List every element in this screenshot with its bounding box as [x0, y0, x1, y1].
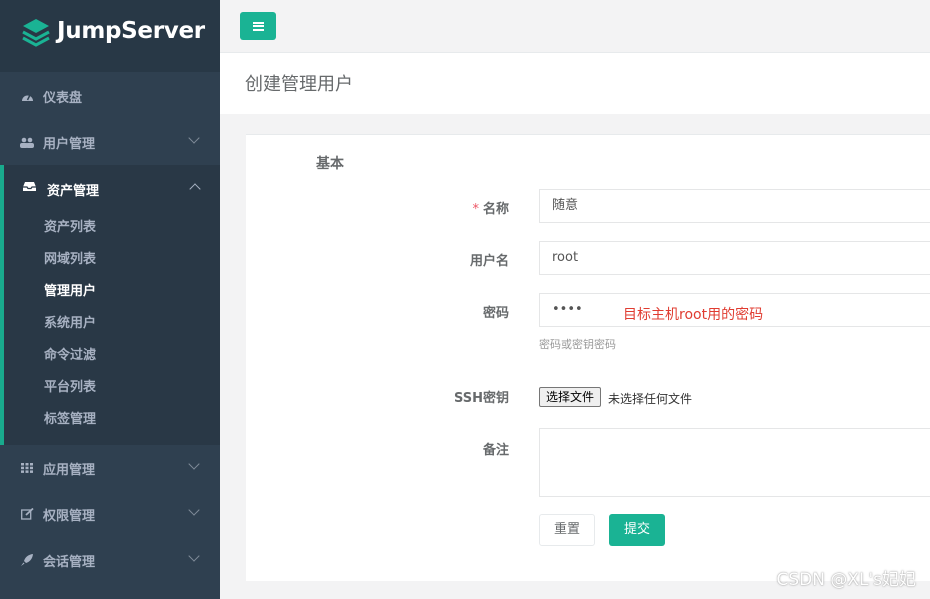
chevron-up-icon [189, 183, 201, 195]
jumpserver-logo-icon [22, 19, 50, 47]
name-label: * 名称 [472, 202, 509, 217]
sidebar-subitem-asset-list[interactable]: 资产列表 [44, 216, 96, 235]
section-title: 基本 [316, 156, 344, 172]
sidebar-toggle-button[interactable] [240, 12, 276, 40]
sidebar-item-users[interactable]: 用户管理 [0, 119, 220, 165]
username-field[interactable]: root [539, 241, 930, 275]
sidebar-item-label: 用户管理 [43, 136, 96, 152]
password-annotation: 目标主机root用的密码 [623, 307, 764, 323]
sidebar-item-label: 仪表盘 [43, 90, 83, 106]
page-heading: 创建管理用户 [220, 52, 930, 114]
required-marker: * [472, 202, 479, 217]
chevron-down-icon [188, 504, 200, 516]
ssh-key-label: SSH密钥 [453, 391, 509, 406]
sidebar-subitem-platform-list[interactable]: 平台列表 [44, 376, 96, 395]
form-panel: 基本 * 名称 随意 用户名 root 密码 •••• 目标主机root用的密码 … [246, 134, 930, 581]
menu-icon [252, 21, 264, 31]
sidebar-subitem-domain-list[interactable]: 网域列表 [44, 248, 96, 267]
th-icon [20, 461, 34, 475]
sidebar-item-permissions[interactable]: 权限管理 [0, 491, 220, 537]
inbox-icon [23, 181, 37, 195]
chevron-down-icon [188, 458, 200, 470]
sidebar-item-label: 应用管理 [43, 462, 96, 478]
sidebar-item-dashboard[interactable]: 仪表盘 [0, 73, 220, 119]
chevron-down-icon [188, 550, 200, 562]
password-label: 密码 [482, 306, 509, 321]
username-label: 用户名 [469, 254, 509, 269]
page-title: 创建管理用户 [245, 74, 353, 95]
password-help-text: 密码或密钥密码 [539, 338, 616, 351]
sidebar-subitem-label-management[interactable]: 标签管理 [44, 408, 96, 427]
sidebar-subitem-command-filter[interactable]: 命令过滤 [44, 344, 96, 363]
sidebar-item-sessions[interactable]: 会话管理 [0, 537, 220, 583]
edit-icon [20, 507, 34, 521]
logo[interactable]: JumpServer [0, 0, 220, 72]
chevron-down-icon [188, 132, 200, 144]
sidebar: JumpServer 仪表盘 用户管理 资产管理 资产列表 网域列表 管理用户 … [0, 0, 220, 599]
sidebar-group-assets: 资产管理 资产列表 网域列表 管理用户 系统用户 命令过滤 平台列表 标签管理 [0, 165, 220, 445]
watermark: CSDN @XL's妃妃 [776, 570, 916, 590]
users-icon [20, 135, 34, 149]
reset-button[interactable]: 重置 [539, 514, 595, 546]
sidebar-item-label: 权限管理 [43, 508, 96, 524]
comment-textarea[interactable] [539, 428, 930, 497]
comment-label: 备注 [482, 443, 509, 458]
dashboard-icon [20, 89, 34, 103]
sidebar-subitem-system-user[interactable]: 系统用户 [44, 312, 96, 331]
sidebar-item-assets[interactable]: 资产管理 [4, 165, 220, 211]
sidebar-item-applications[interactable]: 应用管理 [0, 445, 220, 491]
file-status: 未选择任何文件 [608, 392, 693, 406]
rocket-icon [20, 553, 34, 567]
sidebar-subitem-admin-user[interactable]: 管理用户 [44, 280, 96, 299]
top-navbar [220, 0, 930, 52]
brand-name: JumpServer [57, 18, 205, 44]
name-field[interactable]: 随意 [539, 189, 930, 223]
sidebar-item-label: 资产管理 [47, 184, 100, 199]
submit-button[interactable]: 提交 [609, 514, 665, 546]
sidebar-item-label: 会话管理 [43, 554, 96, 570]
choose-file-button[interactable]: 选择文件 [539, 387, 602, 407]
